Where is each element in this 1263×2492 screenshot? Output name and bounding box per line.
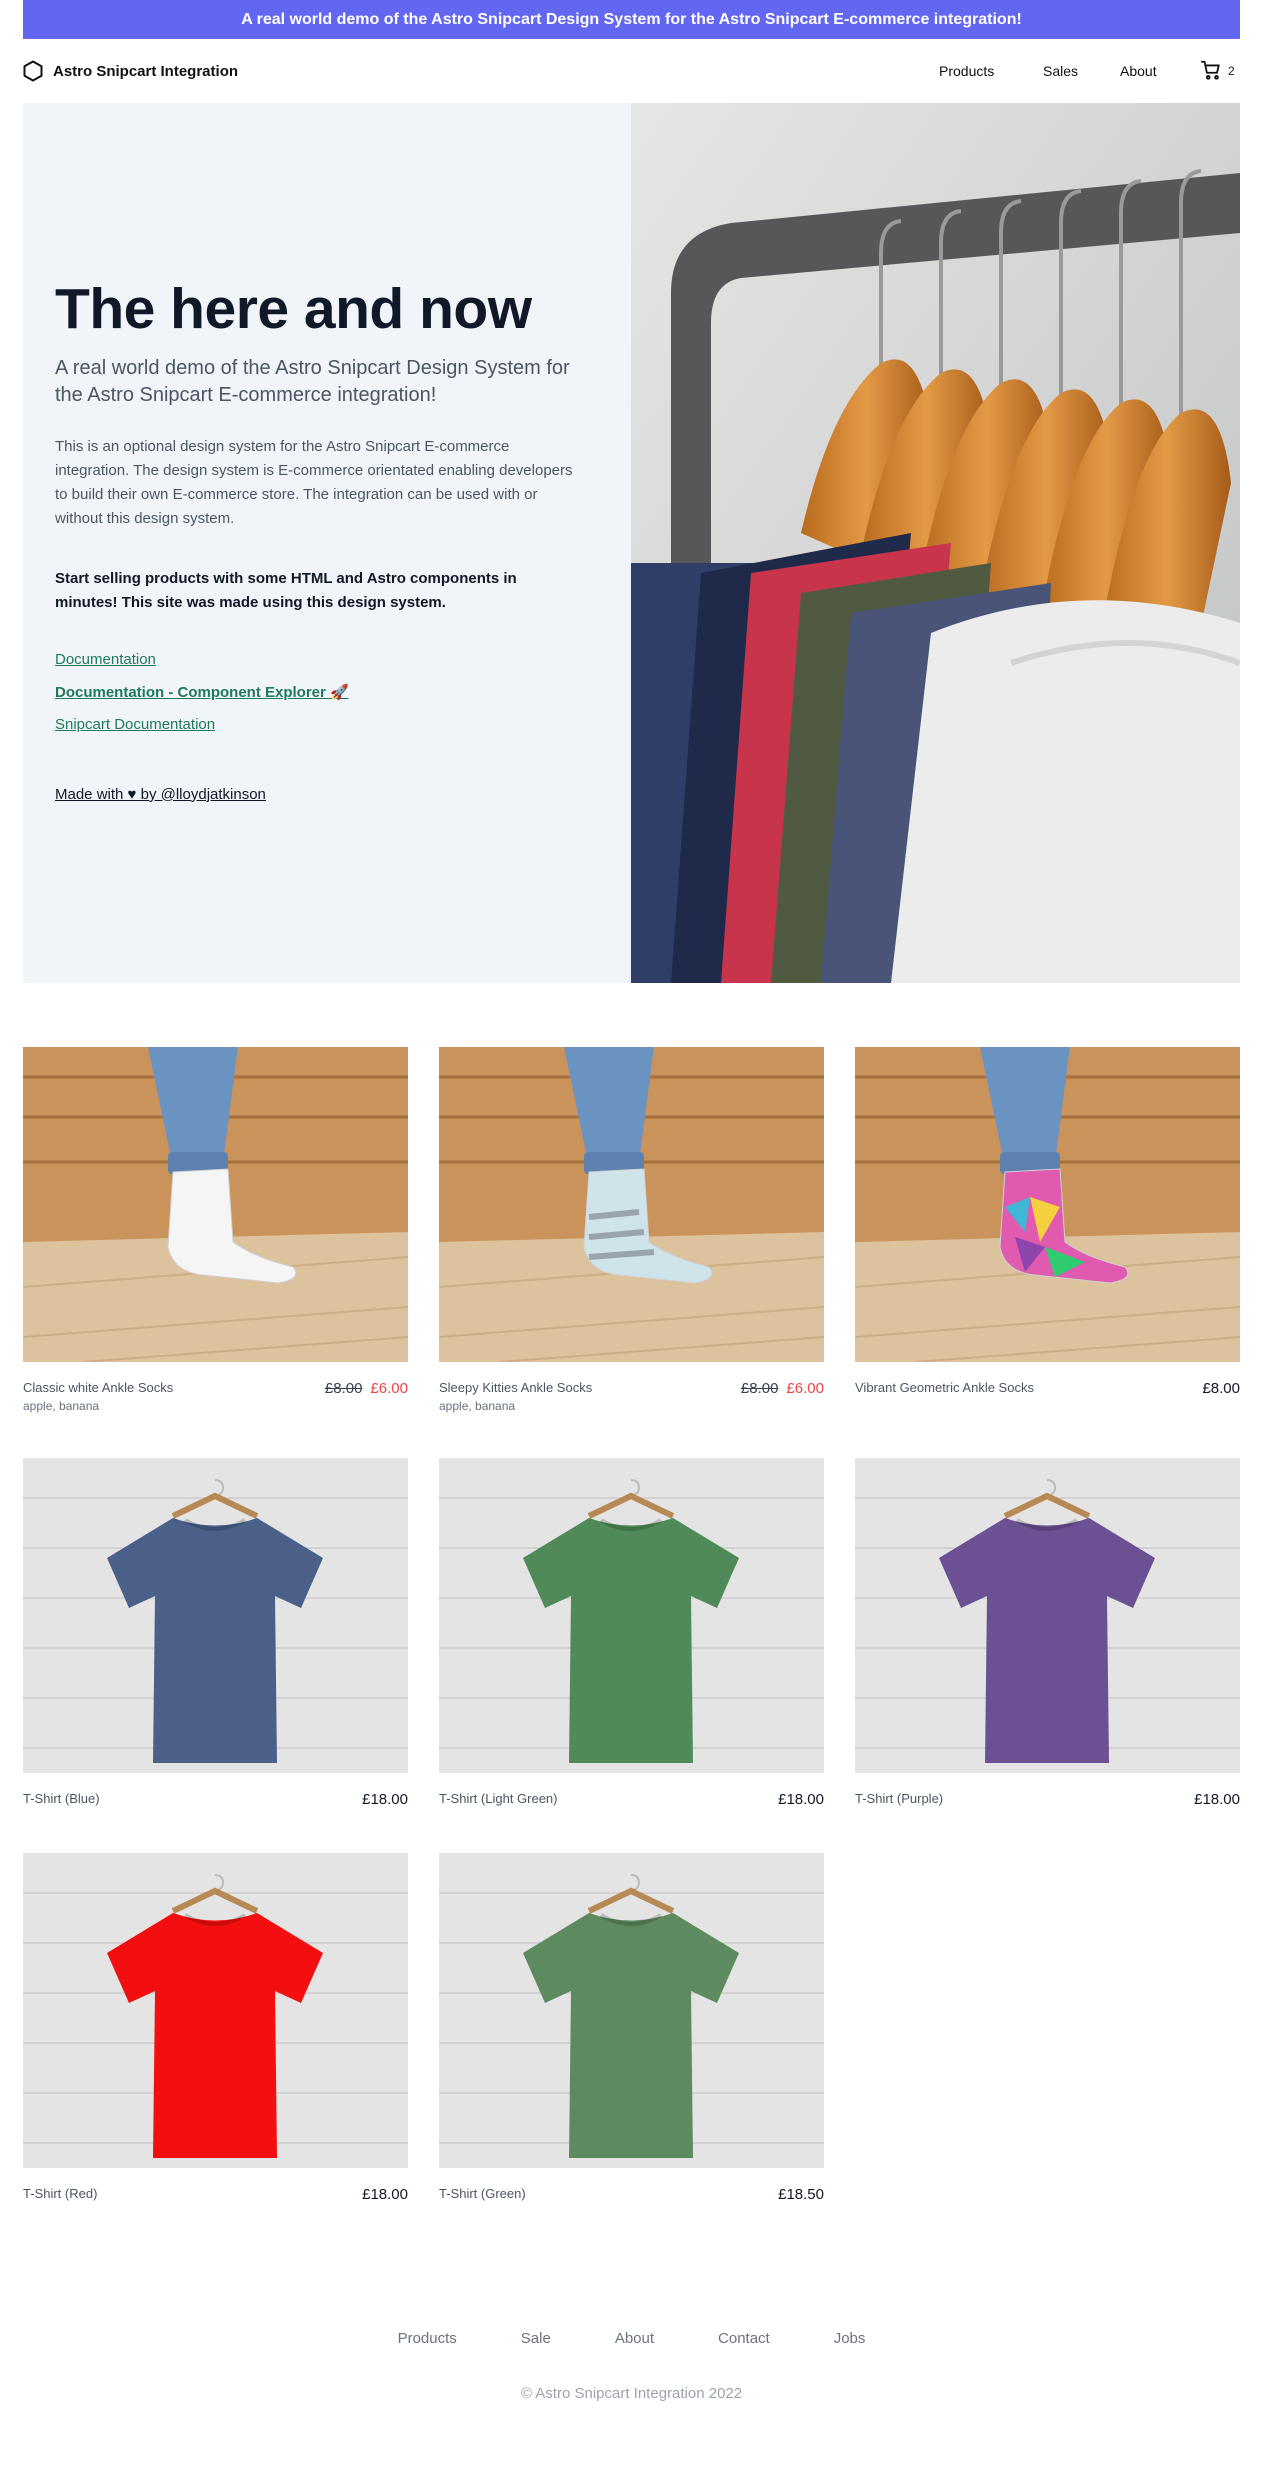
hero-section: The here and now A real world demo of th… [23, 103, 1240, 983]
footer-sale-link[interactable]: Sale [521, 2330, 551, 2347]
page-footer: Products Sale About Contact Jobs © Astro… [0, 2330, 1263, 2402]
original-price: £8.00 [740, 1380, 779, 1397]
component-explorer-link[interactable]: Documentation - Component Explorer 🚀 [55, 683, 575, 701]
hero-description: This is an optional design system for th… [55, 437, 573, 527]
nav-sales-link[interactable]: Sales [1043, 63, 1078, 79]
product-card[interactable]: T-Shirt (Purple) £18.00 [855, 1458, 1240, 1808]
footer-about-link[interactable]: About [615, 2330, 654, 2347]
announcement-banner: A real world demo of the Astro Snipcart … [23, 0, 1240, 39]
product-name[interactable]: Sleepy Kitties Ankle Socks [439, 1380, 592, 1395]
product-name[interactable]: T-Shirt (Light Green) [439, 1791, 558, 1808]
nav-about-link[interactable]: About [1120, 63, 1157, 79]
hero-image [631, 103, 1240, 983]
hero-cta-text: Start selling products with some HTML an… [55, 569, 517, 611]
top-navigation: Astro Snipcart Integration Products Sale… [23, 52, 1240, 90]
hero-subtitle: A real world demo of the Astro Snipcart … [55, 356, 570, 406]
snipcart-documentation-link[interactable]: Snipcart Documentation [55, 716, 575, 733]
product-price: £8.00 [1202, 1380, 1240, 1397]
cart-icon [1200, 59, 1222, 84]
footer-links: Products Sale About Contact Jobs [0, 2330, 1263, 2347]
documentation-link[interactable]: Documentation [55, 651, 575, 668]
product-name[interactable]: T-Shirt (Purple) [855, 1791, 943, 1808]
product-image[interactable] [439, 1853, 824, 2168]
footer-contact-link[interactable]: Contact [718, 2330, 770, 2347]
original-price: £8.00 [324, 1380, 363, 1397]
banner-text: A real world demo of the Astro Snipcart … [241, 10, 1022, 28]
product-card[interactable]: Vibrant Geometric Ankle Socks £8.00 [855, 1047, 1240, 1397]
sale-price: £6.00 [370, 1380, 408, 1397]
made-with-link[interactable]: Made with ♥ by @lloydjatkinson [55, 786, 266, 803]
product-card[interactable]: T-Shirt (Green) £18.50 [439, 1853, 824, 2203]
copyright-text: © Astro Snipcart Integration 2022 [520, 2385, 743, 2402]
cart-button[interactable]: 2 [1200, 59, 1235, 84]
hero-title: The here and now [55, 277, 532, 341]
sale-price: £6.00 [786, 1380, 824, 1397]
product-image[interactable] [23, 1047, 408, 1362]
product-name[interactable]: T-Shirt (Blue) [23, 1791, 100, 1808]
product-name[interactable]: Classic white Ankle Socks [23, 1380, 173, 1395]
product-card[interactable]: T-Shirt (Red) £18.00 [23, 1853, 408, 2203]
product-price: £18.00 [1194, 1791, 1240, 1808]
product-name[interactable]: T-Shirt (Red) [23, 2186, 97, 2203]
product-card[interactable]: T-Shirt (Light Green) £18.00 [439, 1458, 824, 1808]
product-name[interactable]: Vibrant Geometric Ankle Socks [855, 1380, 1034, 1395]
nav-products-link[interactable]: Products [939, 63, 994, 79]
product-image[interactable] [23, 1458, 408, 1773]
product-image[interactable] [855, 1458, 1240, 1773]
product-tags: apple, banana [439, 1399, 516, 1413]
product-price: £18.00 [778, 1791, 824, 1808]
hero-links: Documentation Documentation - Component … [55, 651, 575, 733]
product-price: £18.00 [362, 1791, 408, 1808]
hero-content: The here and now A real world demo of th… [55, 278, 575, 804]
product-price: £8.00 £6.00 [741, 1380, 824, 1413]
cart-count: 2 [1228, 64, 1235, 78]
product-image[interactable] [23, 1853, 408, 2168]
product-card[interactable]: Sleepy Kitties Ankle Socks apple, banana… [439, 1047, 824, 1413]
product-image[interactable] [439, 1458, 824, 1773]
product-price: £18.50 [778, 2186, 824, 2203]
product-tags: apple, banana [23, 1399, 100, 1413]
product-card[interactable]: Classic white Ankle Socks apple, banana … [23, 1047, 408, 1413]
product-price: £18.00 [362, 2186, 408, 2203]
product-name[interactable]: T-Shirt (Green) [439, 2186, 526, 2203]
product-image[interactable] [439, 1047, 824, 1362]
product-card[interactable]: T-Shirt (Blue) £18.00 [23, 1458, 408, 1808]
footer-jobs-link[interactable]: Jobs [834, 2330, 866, 2347]
footer-products-link[interactable]: Products [398, 2330, 457, 2347]
product-image[interactable] [855, 1047, 1240, 1362]
product-price: £8.00 £6.00 [325, 1380, 408, 1413]
